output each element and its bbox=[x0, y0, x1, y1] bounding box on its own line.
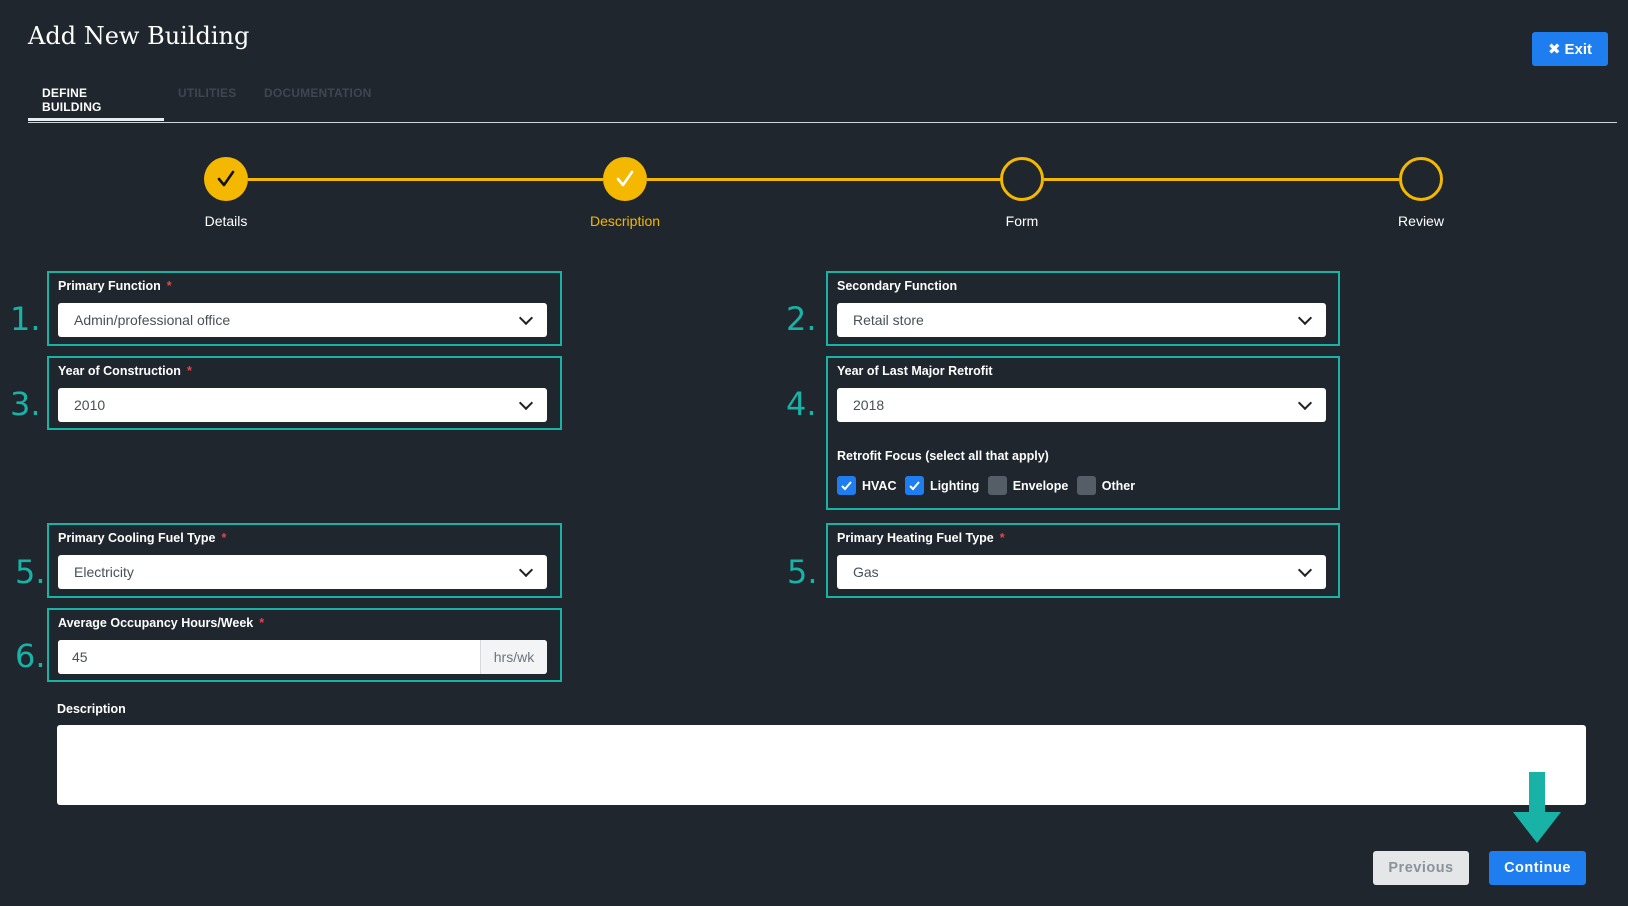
required-marker: * bbox=[259, 616, 265, 630]
required-marker: * bbox=[221, 531, 227, 545]
step-form-circle[interactable] bbox=[1000, 157, 1044, 201]
year-retrofit-label: Year of Last Major Retrofit bbox=[837, 364, 993, 378]
close-icon: ✖ bbox=[1547, 41, 1561, 58]
occupancy-input-group: hrs/wk bbox=[58, 640, 547, 674]
lighting-checkbox[interactable] bbox=[904, 476, 924, 495]
chevron-down-icon bbox=[1297, 310, 1313, 326]
chevron-down-icon bbox=[518, 562, 534, 578]
step-description-label: Description bbox=[589, 213, 661, 229]
occupancy-input[interactable] bbox=[58, 640, 480, 674]
primary-function-label: Primary Function bbox=[58, 279, 161, 293]
description-label: Description bbox=[57, 702, 126, 716]
stepper-connector-1 bbox=[248, 178, 603, 181]
annotation-5-heating: 5. bbox=[787, 553, 818, 591]
continue-button[interactable]: Continue bbox=[1489, 851, 1586, 885]
step-details-circle[interactable] bbox=[204, 157, 248, 201]
tab-documentation[interactable]: DOCUMENTATION bbox=[264, 86, 371, 100]
cooling-fuel-group: Primary Cooling Fuel Type * Electricity bbox=[47, 523, 562, 598]
hvac-checkbox[interactable] bbox=[837, 476, 856, 495]
retrofit-focus-label: Retrofit Focus (select all that apply) bbox=[837, 449, 1049, 463]
annotation-2: 2. bbox=[786, 300, 817, 338]
year-construction-select[interactable]: 2010 bbox=[58, 388, 547, 422]
other-label: Other bbox=[1101, 478, 1136, 493]
arrow-down-icon bbox=[1513, 772, 1561, 843]
description-textarea[interactable] bbox=[57, 725, 1586, 805]
checkmark-icon bbox=[909, 481, 920, 491]
step-details-label: Details bbox=[204, 213, 248, 229]
envelope-checkbox[interactable] bbox=[987, 476, 1007, 495]
step-description-circle[interactable] bbox=[603, 157, 647, 201]
year-construction-value: 2010 bbox=[74, 397, 106, 413]
heating-fuel-label: Primary Heating Fuel Type bbox=[837, 531, 994, 545]
cooling-fuel-select[interactable]: Electricity bbox=[58, 555, 547, 589]
cooling-fuel-label: Primary Cooling Fuel Type bbox=[58, 531, 216, 545]
chevron-down-icon bbox=[1297, 395, 1313, 411]
step-form-label: Form bbox=[1005, 213, 1039, 229]
active-tab-indicator bbox=[28, 118, 164, 121]
stepper-connector-2 bbox=[647, 178, 1002, 181]
secondary-function-group: Secondary Function Retail store bbox=[826, 271, 1340, 346]
tab-define-building[interactable]: DEFINE BUILDING bbox=[42, 86, 102, 114]
occupancy-unit: hrs/wk bbox=[480, 640, 547, 674]
envelope-label: Envelope bbox=[1012, 478, 1069, 493]
primary-function-value: Admin/professional office bbox=[74, 312, 231, 328]
annotation-1: 1. bbox=[10, 300, 41, 338]
required-marker: * bbox=[999, 531, 1005, 545]
required-marker: * bbox=[166, 279, 172, 293]
heating-fuel-group: Primary Heating Fuel Type * Gas bbox=[826, 523, 1340, 598]
annotation-4: 4. bbox=[786, 385, 817, 423]
tabs-divider bbox=[28, 122, 1617, 123]
hvac-label: HVAC bbox=[862, 478, 897, 493]
occupancy-label: Average Occupancy Hours/Week bbox=[58, 616, 254, 630]
annotation-6: 6. bbox=[15, 637, 46, 675]
cooling-fuel-value: Electricity bbox=[74, 564, 134, 580]
annotation-3: 3. bbox=[10, 385, 41, 423]
year-construction-label: Year of Construction bbox=[58, 364, 181, 378]
secondary-function-select[interactable]: Retail store bbox=[837, 303, 1326, 337]
retrofit-focus-options: HVAC Lighting Envelope Other bbox=[837, 476, 1139, 495]
previous-button[interactable]: Previous bbox=[1373, 851, 1469, 885]
secondary-function-value: Retail store bbox=[853, 312, 924, 328]
year-retrofit-select[interactable]: 2018 bbox=[837, 388, 1326, 422]
heating-fuel-select[interactable]: Gas bbox=[837, 555, 1326, 589]
page-title: Add New Building bbox=[28, 22, 250, 50]
primary-function-select[interactable]: Admin/professional office bbox=[58, 303, 547, 337]
checkmark-icon bbox=[616, 170, 634, 187]
chevron-down-icon bbox=[518, 395, 534, 411]
step-review-label: Review bbox=[1398, 213, 1444, 229]
lighting-label: Lighting bbox=[929, 478, 980, 493]
year-construction-group: Year of Construction * 2010 bbox=[47, 356, 562, 430]
other-checkbox[interactable] bbox=[1076, 476, 1096, 495]
exit-label: Exit bbox=[1564, 40, 1593, 58]
year-retrofit-value: 2018 bbox=[853, 397, 885, 413]
chevron-down-icon bbox=[1297, 562, 1313, 578]
retrofit-group: Year of Last Major Retrofit 2018 Retrofi… bbox=[826, 356, 1340, 510]
stepper-connector-3 bbox=[1044, 178, 1399, 181]
primary-function-group: Primary Function * Admin/professional off… bbox=[47, 271, 562, 346]
required-marker: * bbox=[186, 364, 192, 378]
step-review-circle[interactable] bbox=[1399, 157, 1443, 201]
heating-fuel-value: Gas bbox=[853, 564, 879, 580]
checkmark-icon bbox=[841, 481, 852, 491]
secondary-function-label: Secondary Function bbox=[837, 279, 958, 293]
exit-button[interactable]: ✖ Exit bbox=[1532, 32, 1608, 66]
checkmark-icon bbox=[217, 170, 235, 187]
chevron-down-icon bbox=[518, 310, 534, 326]
occupancy-group: Average Occupancy Hours/Week * hrs/wk bbox=[47, 608, 562, 682]
annotation-5-cooling: 5. bbox=[15, 553, 46, 591]
tab-utilities[interactable]: UTILITIES bbox=[178, 86, 236, 100]
